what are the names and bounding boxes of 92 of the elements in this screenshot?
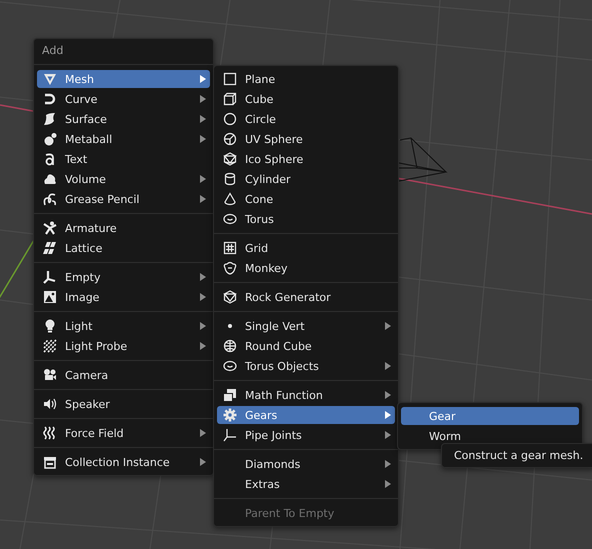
menu-item[interactable]: Collection Instance <box>37 453 210 471</box>
submenu-arrow-icon <box>200 114 206 122</box>
tooltip: Construct a gear mesh. <box>441 443 592 468</box>
cloud-icon <box>43 172 57 186</box>
menu-item[interactable]: Cone <box>217 190 395 208</box>
menu-item[interactable]: Gears <box>217 406 395 424</box>
menu-title: Add <box>41 43 64 59</box>
submenu-arrow-icon <box>200 134 206 142</box>
lattice-icon <box>43 241 57 255</box>
rock-icon <box>223 290 237 304</box>
menu-item[interactable]: Ico Sphere <box>217 150 395 168</box>
menu-item[interactable]: Circle <box>217 110 395 128</box>
axes-icon <box>223 428 237 442</box>
empty-axes-icon <box>43 270 57 284</box>
submenu-arrow-icon <box>200 272 206 280</box>
menu-item[interactable]: Rock Generator <box>217 288 395 306</box>
torus-icon <box>223 359 237 373</box>
menu-item[interactable]: Light Probe <box>37 337 210 355</box>
menu-item[interactable]: Torus Objects <box>217 357 395 375</box>
menu-item[interactable]: Image <box>37 288 210 306</box>
cone-icon <box>223 192 237 206</box>
menu-item[interactable]: Empty <box>37 268 210 286</box>
cylinder-icon <box>223 172 237 186</box>
submenu-arrow-icon <box>200 428 206 436</box>
text-icon <box>43 152 57 166</box>
cube-icon <box>223 92 237 106</box>
figure-icon <box>43 221 57 235</box>
menu-item[interactable]: Mesh <box>37 70 210 88</box>
menu-item[interactable]: Camera <box>37 366 210 384</box>
torus-icon <box>223 212 237 226</box>
menu-item[interactable]: Force Field <box>37 424 210 442</box>
menu-item[interactable]: Grease Pencil <box>37 190 210 208</box>
image-icon <box>43 290 57 304</box>
camera-icon <box>43 368 57 382</box>
metaball-icon <box>43 132 57 146</box>
sphere-icon <box>223 339 237 353</box>
squiggle-icon <box>43 192 57 206</box>
menu-item: Parent To Empty <box>244 506 336 522</box>
menu-item[interactable]: Pipe Joints <box>217 426 395 444</box>
menu-item[interactable]: Speaker <box>37 395 210 413</box>
submenu-arrow-icon <box>200 94 206 102</box>
menu-item[interactable]: Grid <box>217 239 395 257</box>
menu-item[interactable]: Surface <box>37 110 210 128</box>
submenu-arrow-icon <box>385 480 391 488</box>
menu-item[interactable]: Gear <box>401 407 579 425</box>
grid-icon <box>223 241 237 255</box>
bulb-icon <box>43 319 57 333</box>
menu-item[interactable]: Torus <box>217 210 395 228</box>
menu-item[interactable]: Worm <box>401 427 579 445</box>
gear-icon <box>223 408 237 422</box>
submenu-arrow-icon <box>200 74 206 82</box>
collection-icon <box>43 455 57 469</box>
menu-item[interactable]: Extras <box>217 475 395 493</box>
menu-item[interactable]: Light <box>37 317 210 335</box>
submenu-arrow-icon <box>385 410 391 418</box>
submenu-arrow-icon <box>385 430 391 438</box>
menu-item[interactable]: Lattice <box>37 239 210 257</box>
stacked-blocks-icon <box>223 388 237 402</box>
icosphere-icon <box>223 152 237 166</box>
submenu-arrow-icon <box>385 322 391 330</box>
curve-icon <box>43 92 57 106</box>
submenu-arrow-icon <box>200 458 206 466</box>
submenu-arrow-icon <box>385 390 391 398</box>
triangle-icon <box>43 72 57 86</box>
submenu-arrow-icon <box>200 342 206 350</box>
hatched-icon <box>43 339 57 353</box>
menu-item[interactable]: Math Function <box>217 386 395 404</box>
menu-item[interactable]: Cylinder <box>217 170 395 188</box>
menu-item[interactable]: Cube <box>217 90 395 108</box>
submenu-arrow-icon <box>385 460 391 468</box>
menu-item[interactable]: Single Vert <box>217 317 395 335</box>
menu-item[interactable]: Armature <box>37 219 210 237</box>
menu-item[interactable]: Round Cube <box>217 337 395 355</box>
submenu-arrow-icon <box>200 292 206 300</box>
menu-item[interactable]: Text <box>37 150 210 168</box>
sphere-icon <box>223 132 237 146</box>
menu-item[interactable]: Monkey <box>217 259 395 277</box>
menu-item[interactable]: Metaball <box>37 130 210 148</box>
menu-item[interactable]: Plane <box>217 70 395 88</box>
menu-item[interactable]: Curve <box>37 90 210 108</box>
submenu-arrow-icon <box>385 362 391 370</box>
menu-item[interactable]: Diamonds <box>217 455 395 473</box>
submenu-arrow-icon <box>200 322 206 330</box>
circle-icon <box>223 112 237 126</box>
waves-icon <box>43 426 57 440</box>
square-icon <box>223 72 237 86</box>
menu-item[interactable]: UV Sphere <box>217 130 395 148</box>
speaker-icon <box>43 397 57 411</box>
menu-item[interactable]: Volume <box>37 170 210 188</box>
submenu-arrow-icon <box>200 194 206 202</box>
submenu-arrow-icon <box>200 174 206 182</box>
surface-icon <box>43 112 57 126</box>
